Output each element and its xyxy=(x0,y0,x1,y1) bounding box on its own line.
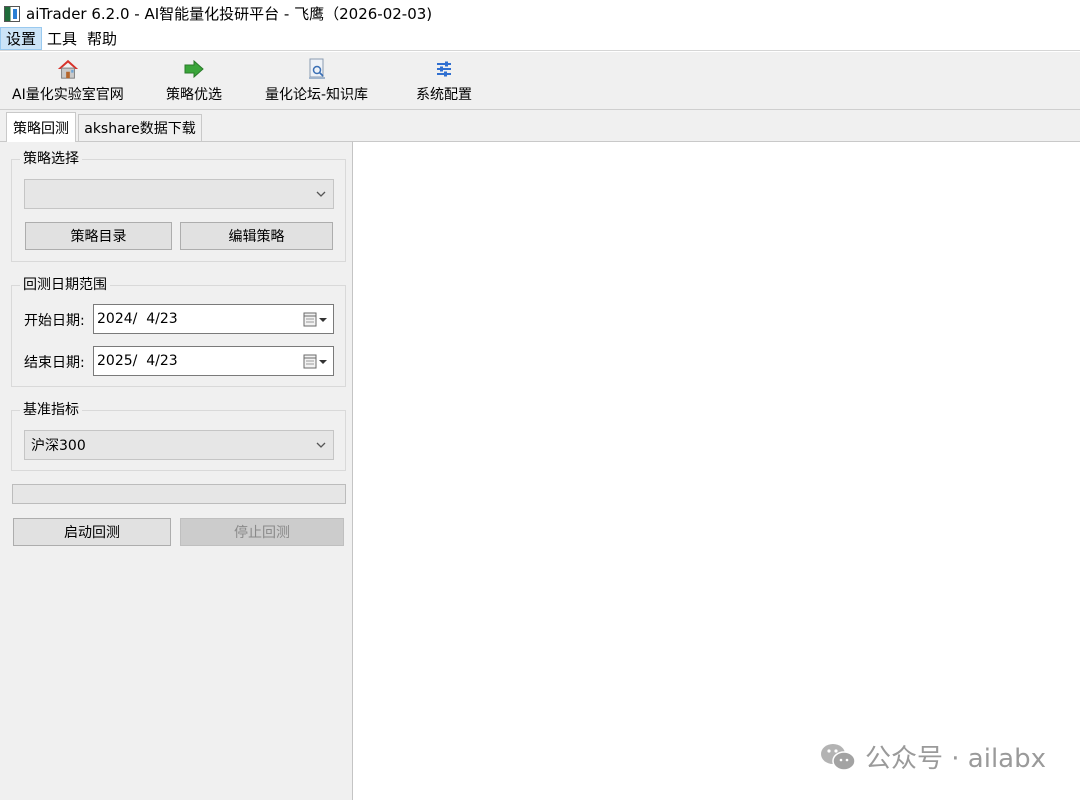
toolbar-forum-button[interactable]: 量化论坛-知识库 xyxy=(265,58,368,104)
chevron-down-icon xyxy=(316,191,326,197)
start-date-picker[interactable]: 2024/ 4/23 xyxy=(93,304,334,334)
menu-settings[interactable]: 设置 xyxy=(0,27,43,50)
watermark-text: 公众号 · ailabx xyxy=(865,744,1046,774)
menu-bar: 设置 工具 帮助 xyxy=(0,27,1080,51)
home-icon xyxy=(57,58,79,80)
calendar-icon[interactable] xyxy=(303,312,329,328)
date-range-group: 回测日期范围 开始日期: 2024/ 4/23 结束日期: 2025/ 4/23 xyxy=(11,276,346,387)
stop-backtest-button[interactable]: 停止回测 xyxy=(180,518,344,546)
strategy-group-title: 策略选择 xyxy=(20,150,82,168)
green-arrow-icon xyxy=(183,58,205,80)
toolbar: AI量化实验室官网 策略优选 量化论坛-知识库 系统配置 xyxy=(0,52,1080,110)
start-date-label: 开始日期: xyxy=(24,313,85,329)
wechat-icon xyxy=(819,741,857,773)
backtest-progress-bar xyxy=(12,484,346,504)
toolbar-label: 量化论坛-知识库 xyxy=(265,87,369,103)
window-title: aiTrader 6.2.0 - AI智能量化投研平台 - 飞鹰（2026-02… xyxy=(26,5,433,23)
menu-tools[interactable]: 工具 xyxy=(42,27,82,50)
edit-strategy-button[interactable]: 编辑策略 xyxy=(180,222,333,250)
benchmark-group-title: 基准指标 xyxy=(20,401,82,419)
end-date-label: 结束日期: xyxy=(24,355,85,371)
menu-help[interactable]: 帮助 xyxy=(82,27,122,50)
benchmark-group: 基准指标 沪深300 xyxy=(11,401,346,471)
toolbar-label: AI量化实验室官网 xyxy=(12,87,124,103)
date-range-group-title: 回测日期范围 xyxy=(20,276,110,294)
start-backtest-button[interactable]: 启动回测 xyxy=(13,518,171,546)
document-search-icon xyxy=(306,58,328,80)
toolbar-system-config-button[interactable]: 系统配置 xyxy=(416,58,472,104)
watermark: 公众号 · ailabx xyxy=(819,738,1046,775)
strategy-select[interactable] xyxy=(24,179,334,209)
benchmark-select[interactable]: 沪深300 xyxy=(24,430,334,460)
end-date-value: 2025/ 4/23 xyxy=(97,353,178,369)
app-icon xyxy=(4,5,20,22)
benchmark-select-value: 沪深300 xyxy=(31,438,86,454)
backtest-settings-panel: 策略选择 策略目录 编辑策略 回测日期范围 开始日期: 2024/ 4/23 结… xyxy=(0,141,352,800)
tab-akshare-download[interactable]: akshare数据下载 xyxy=(78,114,202,141)
tab-bar: 策略回测 akshare数据下载 xyxy=(0,110,1080,142)
sliders-icon xyxy=(433,58,455,80)
title-bar: aiTrader 6.2.0 - AI智能量化投研平台 - 飞鹰（2026-02… xyxy=(0,0,1080,27)
tab-backtest[interactable]: 策略回测 xyxy=(6,112,76,142)
toolbar-label: 策略优选 xyxy=(166,87,222,103)
start-date-value: 2024/ 4/23 xyxy=(97,311,178,327)
chevron-down-icon xyxy=(316,442,326,448)
strategy-catalog-button[interactable]: 策略目录 xyxy=(25,222,172,250)
results-area xyxy=(352,141,1080,800)
end-date-picker[interactable]: 2025/ 4/23 xyxy=(93,346,334,376)
toolbar-lab-website-button[interactable]: AI量化实验室官网 xyxy=(12,58,124,104)
calendar-icon[interactable] xyxy=(303,354,329,370)
strategy-group: 策略选择 策略目录 编辑策略 xyxy=(11,150,346,262)
toolbar-strategy-pick-button[interactable]: 策略优选 xyxy=(166,58,222,104)
toolbar-label: 系统配置 xyxy=(416,87,472,103)
